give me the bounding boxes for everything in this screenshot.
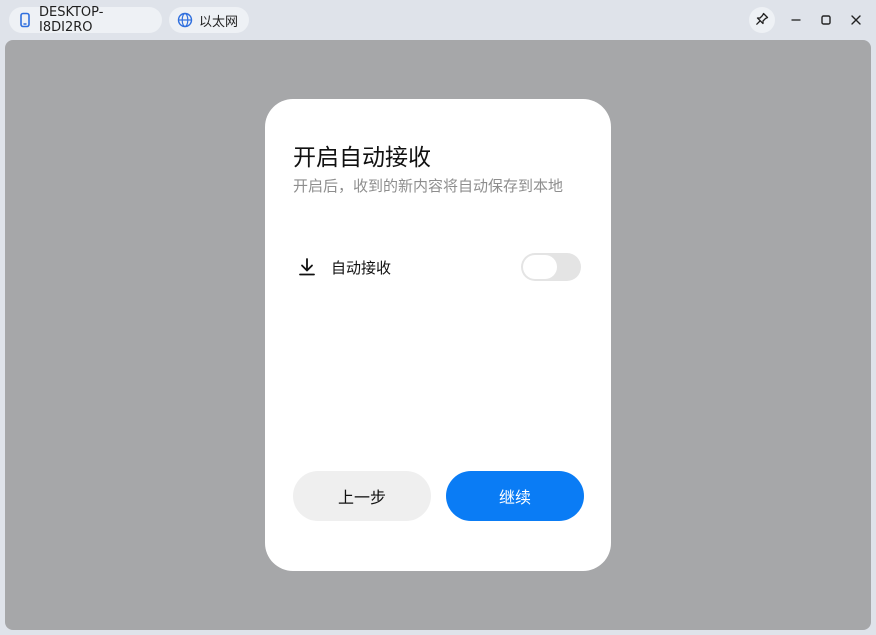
maximize-button[interactable] xyxy=(813,7,839,33)
auto-receive-toggle[interactable] xyxy=(521,253,581,281)
dialog-subtitle: 开启后，收到的新内容将自动保存到本地 xyxy=(293,177,564,195)
network-chip[interactable]: 以太网 xyxy=(169,7,249,33)
auto-receive-setting: 自动接收 xyxy=(293,251,583,283)
close-icon xyxy=(850,11,862,30)
close-button[interactable] xyxy=(843,7,869,33)
globe-icon xyxy=(177,12,193,28)
phone-icon xyxy=(17,12,33,28)
network-name: 以太网 xyxy=(199,14,239,30)
auto-receive-label: 自动接收 xyxy=(331,259,392,277)
minimize-button[interactable] xyxy=(783,7,809,33)
dialog-title: 开启自动接收 xyxy=(293,145,431,171)
device-name: DESKTOP-I8DI2RO xyxy=(39,5,104,35)
back-button[interactable]: 上一步 xyxy=(293,471,431,521)
continue-button[interactable]: 继续 xyxy=(446,471,584,521)
pin-icon xyxy=(755,11,769,30)
download-icon xyxy=(297,257,317,277)
device-chip[interactable]: DESKTOP-I8DI2RO xyxy=(9,5,162,35)
auto-receive-dialog: 开启自动接收 开启后，收到的新内容将自动保存到本地 自动接收 上一步 继续 xyxy=(265,99,611,571)
minimize-icon xyxy=(790,11,802,30)
title-bar: DESKTOP-I8DI2RO 以太网 xyxy=(0,0,876,40)
toggle-knob xyxy=(523,255,557,279)
pin-button[interactable] xyxy=(749,7,775,33)
maximize-icon xyxy=(820,11,832,30)
